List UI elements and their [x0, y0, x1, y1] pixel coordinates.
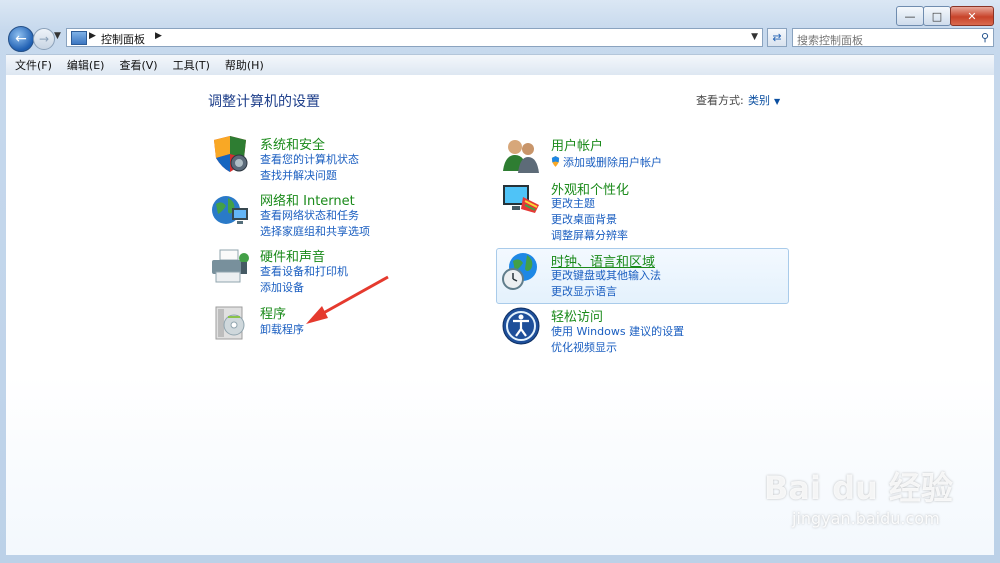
watermark-brand: Bai du 经验 — [764, 469, 953, 507]
window-frame: — □ ✕ ← → ▼ ▶ 控制面板 ▶ ▼ ⇄ ⚲ 文件(F) 编辑(E) 查… — [0, 0, 1000, 563]
watermark-url: jingyan.baidu.com — [792, 509, 940, 528]
baidu-watermark: Bai du 经验 jingyan.baidu.com — [764, 463, 953, 528]
